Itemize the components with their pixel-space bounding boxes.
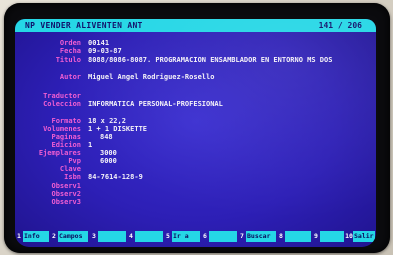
field-label: Titulo xyxy=(55,56,81,64)
fkey-number: 1 xyxy=(17,232,21,240)
title-bar: NP VENDER ALIVENTEN ANT 141 / 206 xyxy=(15,19,376,32)
fkey-label[interactable] xyxy=(135,231,163,242)
fkey-number: 5 xyxy=(166,232,170,240)
fkey-number: 4 xyxy=(129,232,133,240)
field-label: Fecha xyxy=(59,47,81,55)
field-value[interactable]: INFORMATICA PERSONAL-PROFESIONAL xyxy=(88,100,223,109)
fkey-number: 7 xyxy=(240,232,244,240)
file-name: NP VENDER ALIVENTEN ANT xyxy=(25,21,143,30)
fkey-number: 2 xyxy=(52,232,56,240)
field-value[interactable]: 1 + 1 DISKETTE xyxy=(88,125,147,134)
fkey-label[interactable] xyxy=(209,231,237,242)
field-value[interactable]: 09-03-87 xyxy=(88,47,122,56)
fkey-number: 9 xyxy=(314,232,318,240)
fkey-label[interactable]: Ir a xyxy=(172,231,200,242)
field-value[interactable]: Miguel Angel Rodriguez-Rosello xyxy=(88,73,214,82)
fkey-label[interactable]: Info xyxy=(23,231,49,242)
fkey-label[interactable] xyxy=(98,231,126,242)
fkey-label[interactable] xyxy=(285,231,311,242)
field-value[interactable]: 1 xyxy=(88,141,92,150)
field-label: Coleccion xyxy=(43,100,81,108)
field-label: Observ3 xyxy=(51,198,81,206)
fkey-label[interactable]: Campos xyxy=(58,231,88,242)
field-value[interactable]: 6000 xyxy=(100,157,117,166)
field-value[interactable]: 84-7614-128-9 xyxy=(88,173,143,182)
fkey-label[interactable] xyxy=(320,231,344,242)
fkey-number: 6 xyxy=(203,232,207,240)
field-value[interactable]: 8088/8086-8087. PROGRAMACION ENSAMBLADOR… xyxy=(88,56,332,65)
terminal-screen: NP VENDER ALIVENTEN ANT 141 / 206 Orden … xyxy=(15,19,376,247)
fkey-label[interactable]: Salir xyxy=(353,231,375,242)
fkey-label[interactable]: Buscar xyxy=(246,231,276,242)
fkey-number: 10 xyxy=(345,232,353,240)
fkey-number: 3 xyxy=(92,232,96,240)
field-label: Autor xyxy=(59,73,81,81)
field-value[interactable]: 848 xyxy=(100,133,113,142)
record-counter: 141 / 206 xyxy=(318,21,362,30)
fkey-number: 8 xyxy=(279,232,283,240)
function-key-bar: 1 Info 2 Campos 3 4 5 Ir a 6 7 Buscar 8 xyxy=(15,229,376,244)
field-label: Isbn xyxy=(64,173,81,181)
